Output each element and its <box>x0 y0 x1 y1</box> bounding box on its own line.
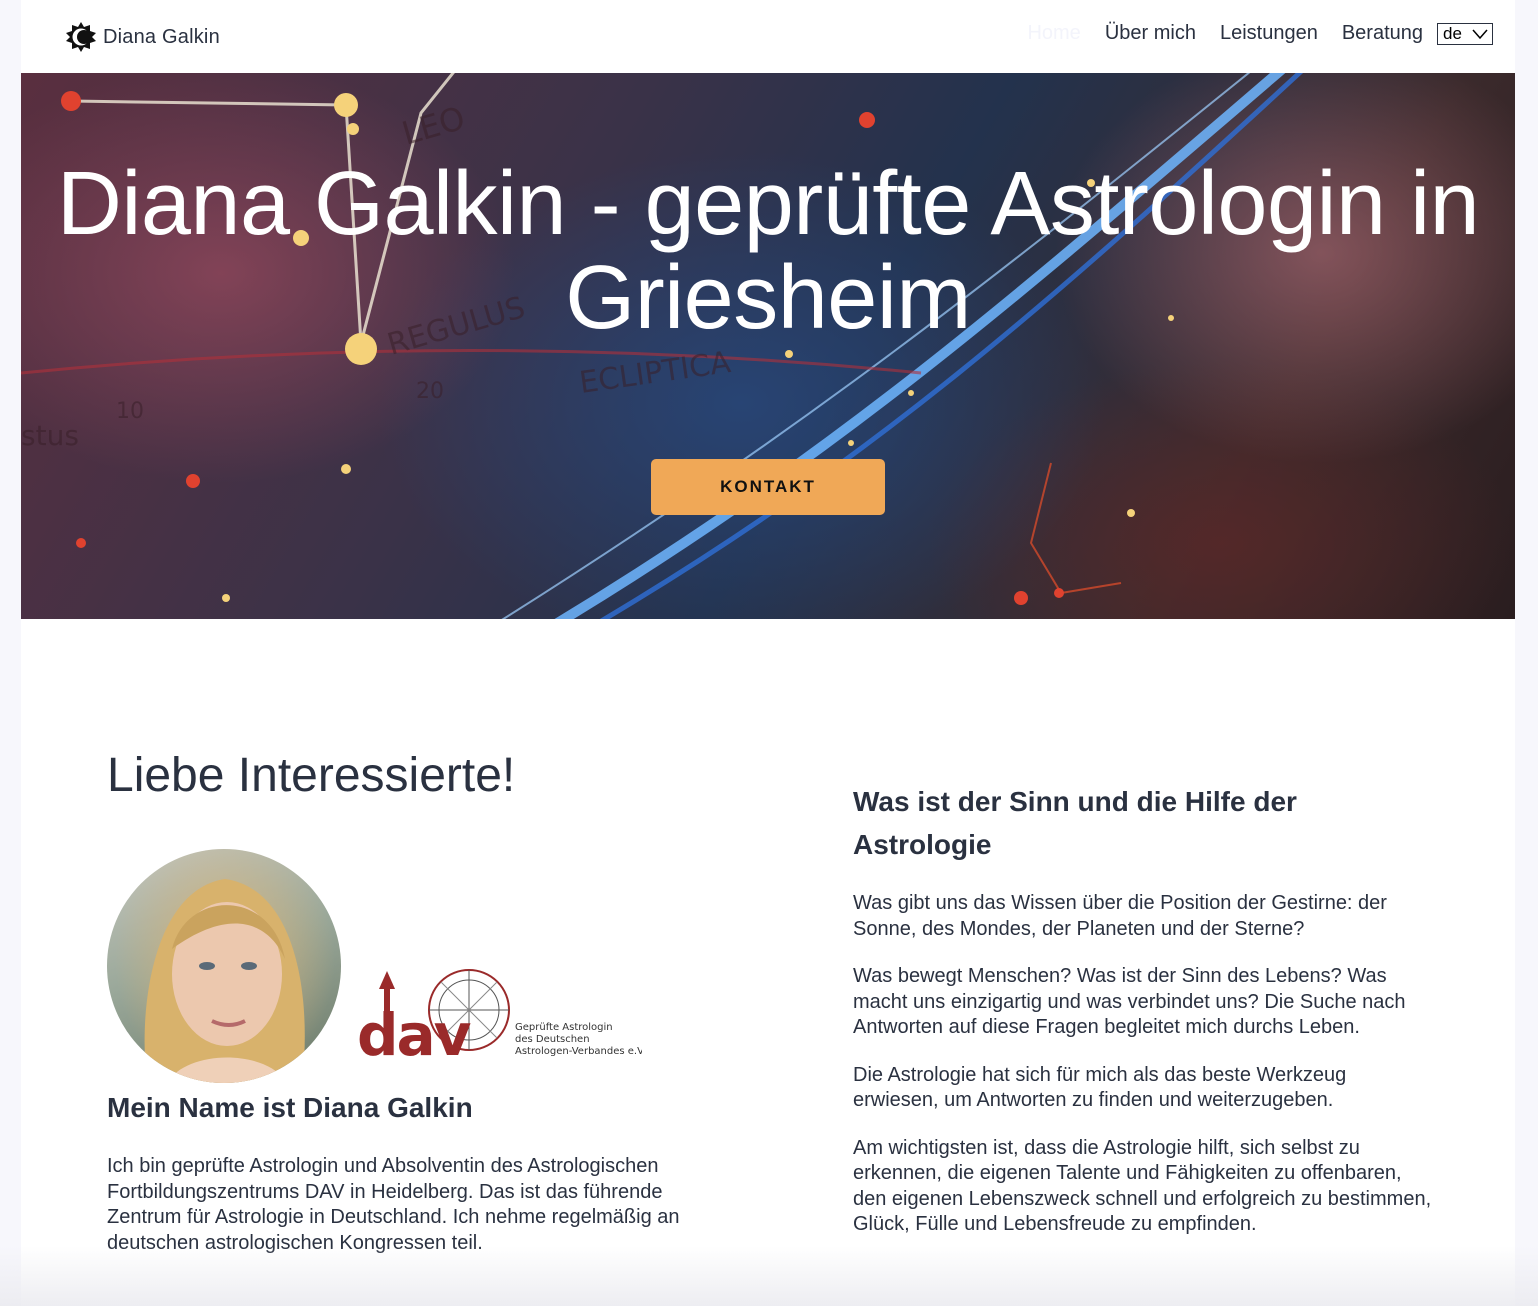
astrology-paragraph: Die Astrologie hat sich für mich als das… <box>853 1063 1347 1112</box>
nav-beratung[interactable]: Beratung <box>1342 22 1423 45</box>
astrology-paragraphs: Was gibt uns das Wissen über die Positio… <box>853 891 1433 1238</box>
astrology-paragraph: Was gibt uns das Wissen über die Positio… <box>853 892 1387 940</box>
greeting-heading: Liebe Interessierte! <box>107 749 516 802</box>
language-select[interactable]: de <box>1437 22 1493 45</box>
hero-banner: LEO REGULUS ECLIPTICA 20 10 stus Diana G… <box>21 73 1515 619</box>
bio-text: Ich bin geprüfte Astrologin und Absolven… <box>107 1155 680 1254</box>
chevron-down-icon <box>1472 29 1488 39</box>
nav-ueber-mich[interactable]: Über mich <box>1105 22 1196 45</box>
hero-label-20: 20 <box>416 379 444 404</box>
intro-section: Liebe Interessierte! dav Geprüfte Astrol <box>107 740 707 1254</box>
hero-label-stus: stus <box>21 419 79 452</box>
brand-name: Diana Galkin <box>103 25 220 48</box>
contact-button[interactable]: KONTAKT <box>651 459 885 515</box>
hero-title: Diana Galkin - geprüfte Astrologin in Gr… <box>56 154 1480 348</box>
dav-text-line-1: Geprüfte Astrologin <box>515 1022 613 1033</box>
portrait-photo <box>107 849 341 1083</box>
brand-logo[interactable]: Diana Galkin <box>65 19 220 55</box>
nav-leistungen[interactable]: Leistungen <box>1220 22 1318 45</box>
dav-certification-logo: dav Geprüfte Astrologin des Deutschen As… <box>357 969 642 1065</box>
site-header: Diana Galkin Home Über mich Leistungen B… <box>21 0 1515 73</box>
dav-mark: dav <box>357 1001 471 1065</box>
arrow-up-icon <box>379 971 395 989</box>
hero-label-10: 10 <box>116 399 144 424</box>
page: Diana Galkin Home Über mich Leistungen B… <box>21 0 1515 1306</box>
bottom-fade <box>0 1246 1538 1306</box>
sun-moon-icon <box>66 22 96 52</box>
astrology-paragraph: Was bewegt Menschen? Was ist der Sinn de… <box>853 965 1406 1038</box>
language-value: de <box>1443 23 1462 43</box>
astrology-paragraph: Am wichtigsten ist, dass die Astrologie … <box>853 1136 1432 1236</box>
astrology-heading: Was ist der Sinn und die Hilfe der Astro… <box>853 786 1297 860</box>
astrology-section: Was ist der Sinn und die Hilfe der Astro… <box>853 780 1433 1260</box>
nav-home[interactable]: Home <box>1027 22 1080 45</box>
hero-label-leo: LEO <box>398 99 469 153</box>
dav-text-line-2: des Deutschen <box>515 1034 590 1045</box>
name-heading: Mein Name ist Diana Galkin <box>107 1092 473 1123</box>
dav-text-line-3: Astrologen-Verbandes e.V. <box>515 1046 642 1057</box>
main-nav: Home Über mich Leistungen Beratung de <box>1003 22 1493 45</box>
portrait-illustration <box>144 879 305 1083</box>
